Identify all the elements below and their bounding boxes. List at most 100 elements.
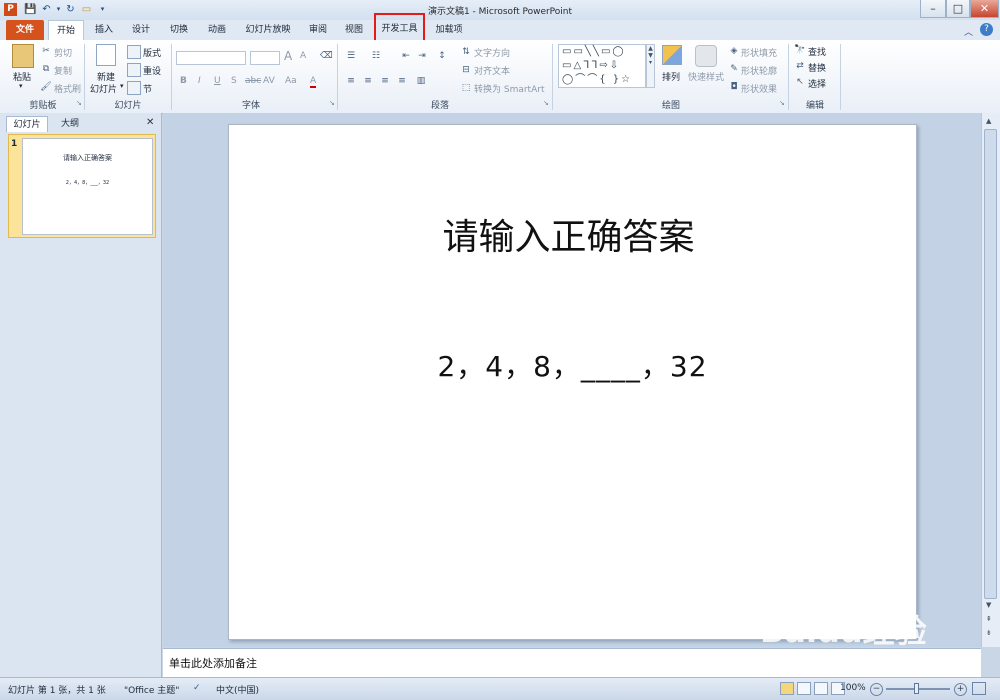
dialog-launcher-icon[interactable]: ↘ [543, 99, 549, 107]
close-button[interactable]: ✕ [970, 0, 999, 18]
format-painter-button[interactable]: 格式刷 [54, 82, 81, 95]
tab-slideshow[interactable]: 幻灯片放映 [238, 20, 298, 40]
zoom-slider-thumb[interactable] [914, 683, 919, 694]
tab-design[interactable]: 设计 [124, 20, 158, 40]
dialog-launcher-icon[interactable]: ↘ [76, 99, 82, 107]
spellcheck-icon[interactable]: ✓ [193, 683, 201, 693]
shape-outline-icon[interactable]: ✎ [728, 63, 740, 75]
arrange-button[interactable]: 排列 [662, 70, 680, 83]
change-case-button[interactable]: Aa [285, 76, 297, 86]
decrease-indent-icon[interactable]: ⇤ [400, 50, 412, 62]
cut-button[interactable]: 剪切 [54, 46, 72, 59]
tab-addins[interactable]: 加载项 [430, 20, 468, 40]
select-icon[interactable]: ↖ [794, 76, 806, 88]
shape-fill-icon[interactable]: ◈ [728, 45, 740, 57]
tab-outline[interactable]: 大纲 [50, 116, 90, 132]
numbering-icon[interactable]: ☷ [370, 50, 382, 62]
shape-fill-button[interactable]: 形状填充 [741, 46, 777, 59]
vertical-scrollbar[interactable]: ▲ ▼ ⇞ ⇟ [981, 113, 1000, 647]
shape-effects-icon[interactable]: ◘ [728, 81, 740, 93]
align-center-icon[interactable]: ≡ [362, 75, 374, 87]
bullets-icon[interactable]: ☰ [345, 50, 357, 62]
text-direction-icon[interactable]: ⇅ [460, 46, 472, 58]
clear-format-icon[interactable]: ⌫ [320, 50, 333, 62]
replace-button[interactable]: 替换 [808, 61, 826, 74]
underline-button[interactable]: U [214, 76, 221, 86]
shrink-font-button[interactable]: A [300, 51, 306, 61]
quick-styles-icon[interactable] [695, 45, 717, 67]
shapes-gallery-scroll[interactable]: ▲ ▼ ▾ [646, 44, 655, 88]
increase-indent-icon[interactable]: ⇥ [416, 50, 428, 62]
smartart-icon[interactable]: ⬚ [460, 82, 472, 94]
arrange-icon[interactable] [662, 45, 682, 65]
tab-slides[interactable]: 幻灯片 [6, 116, 48, 132]
zoom-out-icon[interactable]: − [870, 683, 883, 696]
minimize-button[interactable]: – [920, 0, 946, 18]
new-slide-label[interactable]: 幻灯片 [90, 82, 117, 95]
cut-icon[interactable]: ✂ [40, 45, 52, 57]
paste-icon[interactable] [12, 44, 34, 68]
tab-home[interactable]: 开始 [48, 20, 84, 40]
convert-smartart-button[interactable]: 转换为 SmartArt [474, 82, 544, 95]
strikethrough-button[interactable]: abc [245, 76, 261, 86]
font-name-combo[interactable] [176, 51, 246, 65]
normal-view-button[interactable] [780, 682, 794, 695]
section-button[interactable]: 节 [143, 82, 152, 95]
section-icon[interactable] [127, 81, 141, 95]
slide-title[interactable]: 请输入正确答案 [228, 208, 909, 260]
zoom-in-icon[interactable]: + [954, 683, 967, 696]
fit-to-window-icon[interactable] [972, 682, 986, 695]
find-button[interactable]: 查找 [808, 45, 826, 58]
theme-status[interactable]: "Office 主题" [124, 683, 179, 696]
justify-icon[interactable]: ≡ [396, 75, 408, 87]
format-painter-icon[interactable]: 🖌 [40, 81, 52, 93]
grow-font-button[interactable]: A [284, 49, 292, 63]
slide-sorter-button[interactable] [797, 682, 811, 695]
copy-button[interactable]: 复制 [54, 64, 72, 77]
tab-file[interactable]: 文件 [6, 20, 44, 40]
tab-transitions[interactable]: 切换 [162, 20, 196, 40]
paste-dropdown-icon[interactable]: ▾ [19, 82, 23, 90]
italic-button[interactable]: I [198, 76, 201, 86]
copy-icon[interactable]: ⧉ [40, 63, 52, 75]
shadow-button[interactable]: S [231, 76, 237, 86]
align-right-icon[interactable]: ≡ [379, 75, 391, 87]
language-status[interactable]: 中文(中国) [216, 683, 259, 696]
align-text-icon[interactable]: ⊟ [460, 64, 472, 76]
tab-review[interactable]: 审阅 [302, 20, 334, 40]
scroll-thumb[interactable] [984, 129, 997, 599]
shape-outline-button[interactable]: 形状轮廓 [741, 64, 777, 77]
tab-developer[interactable]: 开发工具 [374, 13, 425, 43]
zoom-level[interactable]: 100% [840, 683, 866, 693]
scroll-up-icon[interactable]: ▲ [986, 117, 991, 125]
notes-placeholder[interactable]: 单击此处添加备注 [169, 655, 257, 671]
char-spacing-button[interactable]: AV [263, 76, 275, 86]
reset-icon[interactable] [127, 63, 141, 77]
layout-button[interactable]: 版式 [143, 46, 161, 59]
dialog-launcher-icon[interactable]: ↘ [779, 99, 785, 107]
quick-styles-button[interactable]: 快速样式 [688, 70, 724, 83]
font-color-button[interactable]: A [310, 76, 317, 88]
slide-sequence-text[interactable]: 2，4，8，____，32 [228, 345, 917, 385]
new-slide-icon[interactable] [96, 44, 116, 66]
help-icon[interactable]: ? [980, 23, 993, 36]
align-left-icon[interactable]: ≡ [345, 75, 357, 87]
columns-icon[interactable]: ▥ [415, 75, 427, 87]
font-size-combo[interactable] [250, 51, 280, 65]
reset-button[interactable]: 重设 [143, 64, 161, 77]
bold-button[interactable]: B [180, 76, 187, 86]
shapes-gallery[interactable]: ▭▭╲╲▭◯ ▭△ᒣᒣ⇨⇩ ◯⌒⌒{ }☆ [558, 44, 646, 88]
tab-insert[interactable]: 插入 [88, 20, 120, 40]
find-icon[interactable]: 🔭 [794, 44, 806, 56]
shape-effects-button[interactable]: 形状效果 [741, 82, 777, 95]
reading-view-button[interactable] [814, 682, 828, 695]
new-slide-dropdown-icon[interactable]: ▾ [120, 82, 124, 90]
replace-icon[interactable]: ⇄ [794, 60, 806, 72]
tab-animations[interactable]: 动画 [200, 20, 234, 40]
select-button[interactable]: 选择 [808, 77, 826, 90]
close-pane-button[interactable]: ✕ [146, 117, 154, 128]
dialog-launcher-icon[interactable]: ↘ [329, 99, 335, 107]
ribbon-minimize-icon[interactable]: ︿ [964, 25, 973, 38]
line-spacing-icon[interactable]: ↕ [436, 50, 448, 62]
layout-icon[interactable] [127, 45, 141, 59]
